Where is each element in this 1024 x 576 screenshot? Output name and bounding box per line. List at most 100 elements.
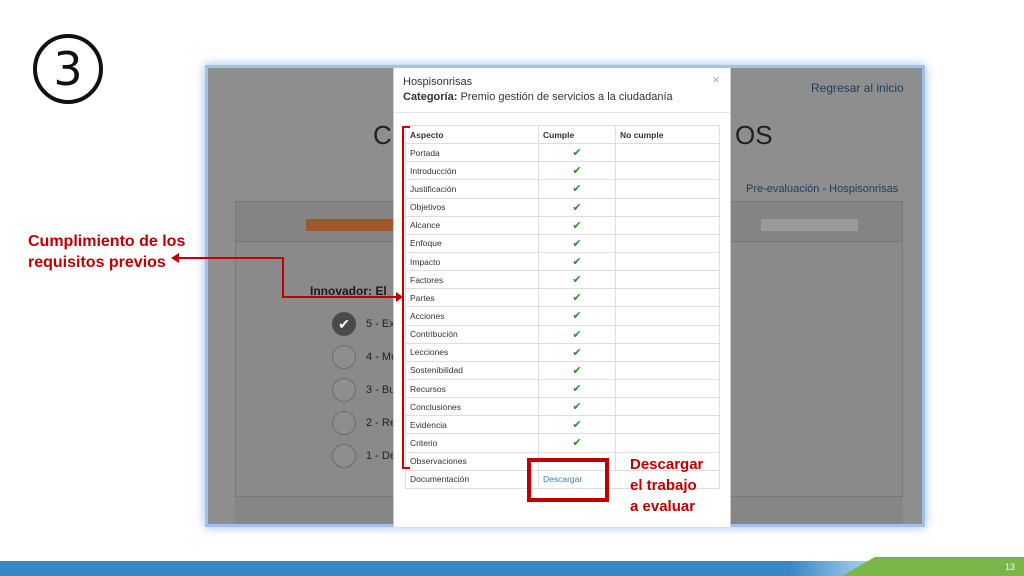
category-label: Categoría: bbox=[403, 91, 458, 103]
requirements-annotation: Cumplimiento de los requisitos previos bbox=[28, 231, 185, 273]
cumple-check-icon: ✔ bbox=[538, 288, 616, 308]
column-header-cumple: Cumple bbox=[538, 124, 616, 145]
aspect-cell: Enfoque bbox=[405, 233, 539, 253]
aspect-cell: Partes bbox=[405, 288, 539, 308]
arrow-right-icon bbox=[396, 292, 403, 302]
table-row: Lecciones ✔ bbox=[405, 342, 720, 362]
aspect-cell: Contribución bbox=[405, 324, 539, 344]
rating-option[interactable]: ✔ 5 - Ex bbox=[332, 312, 395, 336]
download-highlight-box bbox=[527, 458, 609, 502]
radio-unchecked-icon[interactable] bbox=[332, 378, 356, 402]
table-row: Objetivos ✔ bbox=[405, 197, 720, 217]
page-title-right: OS bbox=[735, 120, 773, 150]
requirements-annotation-line2: requisitos previos bbox=[28, 254, 166, 271]
cumple-check-icon: ✔ bbox=[538, 251, 616, 272]
cumple-check-icon: ✔ bbox=[538, 415, 616, 435]
table-row: Acciones ✔ bbox=[405, 306, 720, 326]
aspect-cell: Portada bbox=[405, 143, 539, 163]
step-number-badge: 3 bbox=[33, 34, 103, 104]
annotation-connector-top bbox=[178, 257, 284, 259]
aspect-cell: Alcance bbox=[405, 215, 539, 235]
cumple-check-icon: ✔ bbox=[538, 179, 616, 199]
modal-title: Hospisonrisas bbox=[403, 76, 473, 88]
close-icon[interactable]: × bbox=[712, 72, 720, 87]
no-cumple-cell bbox=[615, 378, 720, 399]
radio-checked-icon[interactable]: ✔ bbox=[332, 312, 356, 336]
aspect-cell: Conclusiones bbox=[405, 397, 539, 417]
no-cumple-cell bbox=[615, 324, 720, 344]
aspect-cell: Recursos bbox=[405, 378, 539, 399]
aspect-cell: Observaciones bbox=[405, 451, 539, 471]
no-cumple-cell bbox=[615, 197, 720, 217]
no-cumple-cell bbox=[615, 161, 720, 181]
rating-option-label: 2 - Re bbox=[366, 417, 396, 429]
cumple-check-icon: ✔ bbox=[538, 270, 616, 290]
progress-bar bbox=[306, 219, 396, 231]
modal-category: Categoría: Premio gestión de servicios a… bbox=[403, 91, 673, 103]
table-row: Factores ✔ bbox=[405, 270, 720, 290]
table-row: Partes ✔ bbox=[405, 288, 720, 308]
requirements-table: Aspecto Cumple No cumple Portada ✔ Introdu… bbox=[405, 124, 720, 489]
download-annotation-line2: el trabajo bbox=[630, 477, 697, 494]
slide-number: 13 bbox=[1004, 562, 1015, 572]
annotation-connector bbox=[282, 296, 398, 298]
cumple-check-icon: ✔ bbox=[538, 342, 616, 362]
no-cumple-cell bbox=[615, 433, 720, 453]
no-cumple-cell bbox=[615, 251, 720, 272]
return-home-link[interactable]: Regresar al inicio bbox=[811, 81, 904, 95]
breadcrumb[interactable]: Pre-evaluación - Hospisonrisas bbox=[746, 183, 898, 195]
cumple-check-icon: ✔ bbox=[538, 378, 616, 399]
no-cumple-cell bbox=[615, 306, 720, 326]
aspect-cell: Lecciones bbox=[405, 342, 539, 362]
rating-option-label: 3 - Bu bbox=[366, 384, 396, 396]
rating-option[interactable]: 3 - Bu bbox=[332, 378, 395, 402]
table-row: Evidencia ✔ bbox=[405, 415, 720, 435]
requirements-annotation-line1: Cumplimiento de los bbox=[28, 233, 186, 250]
no-cumple-cell bbox=[615, 288, 720, 308]
download-annotation-line3: a evaluar bbox=[630, 498, 696, 515]
table-row: Enfoque ✔ bbox=[405, 233, 720, 253]
aspect-cell: Acciones bbox=[405, 306, 539, 326]
aspect-cell: Justificación bbox=[405, 179, 539, 199]
radio-unchecked-icon[interactable] bbox=[332, 411, 356, 435]
aspect-cell: Introducción bbox=[405, 161, 539, 181]
table-row: Recursos ✔ bbox=[405, 378, 720, 399]
category-value: Premio gestión de servicios a la ciudada… bbox=[460, 91, 673, 103]
rating-option-label: 5 - Ex bbox=[366, 318, 395, 330]
table-row: Alcance ✔ bbox=[405, 215, 720, 235]
progress-track bbox=[761, 219, 858, 231]
rating-option[interactable]: 4 - Mu bbox=[332, 345, 397, 369]
cumple-check-icon: ✔ bbox=[538, 233, 616, 253]
table-row: Justificación ✔ bbox=[405, 179, 720, 199]
page-title-left: C bbox=[373, 120, 392, 150]
aspect-cell: Sostenibilidad bbox=[405, 360, 539, 380]
cumple-check-icon: ✔ bbox=[538, 161, 616, 181]
aspect-cell: Impacto bbox=[405, 251, 539, 272]
no-cumple-cell bbox=[615, 342, 720, 362]
rating-option-label: 1 - De bbox=[366, 450, 396, 462]
cumple-check-icon: ✔ bbox=[538, 215, 616, 235]
no-cumple-cell bbox=[615, 233, 720, 253]
no-cumple-cell bbox=[615, 179, 720, 199]
column-header-aspect: Aspecto bbox=[405, 124, 539, 145]
table-row: Criterio ✔ bbox=[405, 433, 720, 453]
cumple-check-icon: ✔ bbox=[538, 143, 616, 163]
no-cumple-cell bbox=[615, 143, 720, 163]
aspect-cell: Criterio bbox=[405, 433, 539, 453]
modal-divider bbox=[394, 112, 730, 113]
rating-option[interactable]: 1 - De bbox=[332, 444, 396, 468]
rating-option[interactable]: 2 - Re bbox=[332, 411, 396, 435]
footer-stripe-green bbox=[842, 557, 1024, 576]
download-annotation-line1: Descargar bbox=[630, 456, 704, 473]
cumple-check-icon: ✔ bbox=[538, 306, 616, 326]
cumple-check-icon: ✔ bbox=[538, 197, 616, 217]
aspect-cell: Objetivos bbox=[405, 197, 539, 217]
table-row: Sostenibilidad ✔ bbox=[405, 360, 720, 380]
no-cumple-cell bbox=[615, 397, 720, 417]
cumple-check-icon: ✔ bbox=[538, 433, 616, 453]
radio-unchecked-icon[interactable] bbox=[332, 345, 356, 369]
table-row: Impacto ✔ bbox=[405, 251, 720, 272]
radio-unchecked-icon[interactable] bbox=[332, 444, 356, 468]
annotation-connector-vertical bbox=[282, 257, 284, 298]
aspect-cell: Evidencia bbox=[405, 415, 539, 435]
